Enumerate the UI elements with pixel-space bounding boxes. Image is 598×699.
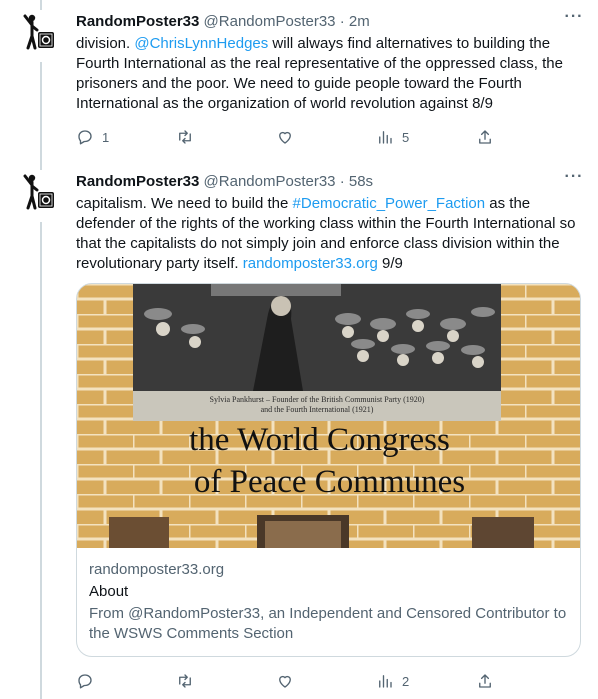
thread-line-top <box>40 0 42 10</box>
image-caption-line2: and the Fourth International (1921) <box>260 405 374 414</box>
separator: · <box>339 13 345 30</box>
link-card[interactable]: Sylvia Pankhurst – Founder of the Britis… <box>76 283 581 657</box>
like-button[interactable] <box>276 127 336 147</box>
author-name[interactable]: RandomPoster33 <box>76 13 199 30</box>
card-body: randomposter33.org About From @RandomPos… <box>77 548 580 656</box>
retweet-button[interactable] <box>176 671 236 691</box>
image-title-line2: of Peace Communes <box>193 464 466 500</box>
avatar-figure-icon <box>23 14 54 50</box>
share-icon <box>479 674 491 688</box>
share-icon <box>479 130 491 144</box>
reply-count: 1 <box>102 129 110 145</box>
action-bar: 2 <box>76 671 496 691</box>
tweet-text-part: division. <box>76 35 135 52</box>
hashtag-link[interactable]: #Democratic_Power_Faction <box>293 195 486 212</box>
author-handle[interactable]: @RandomPoster33 <box>204 173 336 190</box>
image-bottom-photos <box>109 515 534 548</box>
mention-link[interactable]: @ChrisLynnHedges <box>134 35 268 52</box>
reply-icon <box>78 130 92 145</box>
retweet-icon <box>179 130 191 144</box>
like-icon <box>279 675 291 688</box>
views-icon <box>379 131 392 144</box>
author-handle[interactable]: @RandomPoster33 <box>204 13 336 30</box>
share-button[interactable] <box>476 127 496 147</box>
action-bar: 1 5 <box>76 127 496 147</box>
views-button[interactable]: 2 <box>376 671 436 691</box>
views-count: 2 <box>402 673 410 689</box>
image-caption: Sylvia Pankhurst – Founder of the Britis… <box>133 391 501 421</box>
thread-line-mid <box>40 62 42 170</box>
separator: · <box>339 173 345 190</box>
retweet-button[interactable] <box>176 127 236 147</box>
tweet-header: RandomPoster33 @RandomPoster33 · 2m <box>76 12 586 32</box>
tweet-text: capitalism. We need to build the #Democr… <box>76 194 586 274</box>
avatar[interactable] <box>20 12 60 52</box>
views-button[interactable]: 5 <box>376 127 436 147</box>
avatar[interactable] <box>20 172 60 212</box>
timestamp[interactable]: 58s <box>349 173 373 190</box>
card-title: About <box>89 583 129 600</box>
views-icon <box>379 675 392 688</box>
card-domain: randomposter33.org <box>89 561 225 578</box>
like-button[interactable] <box>276 671 336 691</box>
card-image: Sylvia Pankhurst – Founder of the Britis… <box>77 284 580 548</box>
tweet-text: division. @ChrisLynnHedges will always f… <box>76 34 586 114</box>
author-name[interactable]: RandomPoster33 <box>76 173 199 190</box>
image-title-line1: the World Congress <box>189 422 450 458</box>
tweet-text-part: 9/9 <box>377 255 403 272</box>
url-link[interactable]: randomposter33.org <box>243 255 378 272</box>
more-icon[interactable]: ··· <box>562 8 586 28</box>
tweet-header: RandomPoster33 @RandomPoster33 · 58s <box>76 172 586 192</box>
more-icon[interactable]: ··· <box>562 168 586 188</box>
card-description: From @RandomPoster33, an Independent and… <box>89 605 567 642</box>
tweet-text-part: capitalism. We need to build the <box>76 195 293 212</box>
reply-icon <box>78 674 92 689</box>
timestamp[interactable]: 2m <box>349 13 370 30</box>
historical-photo <box>133 284 501 391</box>
image-caption-line1: Sylvia Pankhurst – Founder of the Britis… <box>209 395 425 404</box>
thread-line-bottom <box>40 222 42 699</box>
reply-button[interactable] <box>76 671 136 691</box>
avatar-figure-icon <box>23 174 54 210</box>
retweet-icon <box>179 674 191 688</box>
like-icon <box>279 131 291 144</box>
views-count: 5 <box>402 129 410 145</box>
share-button[interactable] <box>476 671 496 691</box>
reply-button[interactable]: 1 <box>76 127 136 147</box>
